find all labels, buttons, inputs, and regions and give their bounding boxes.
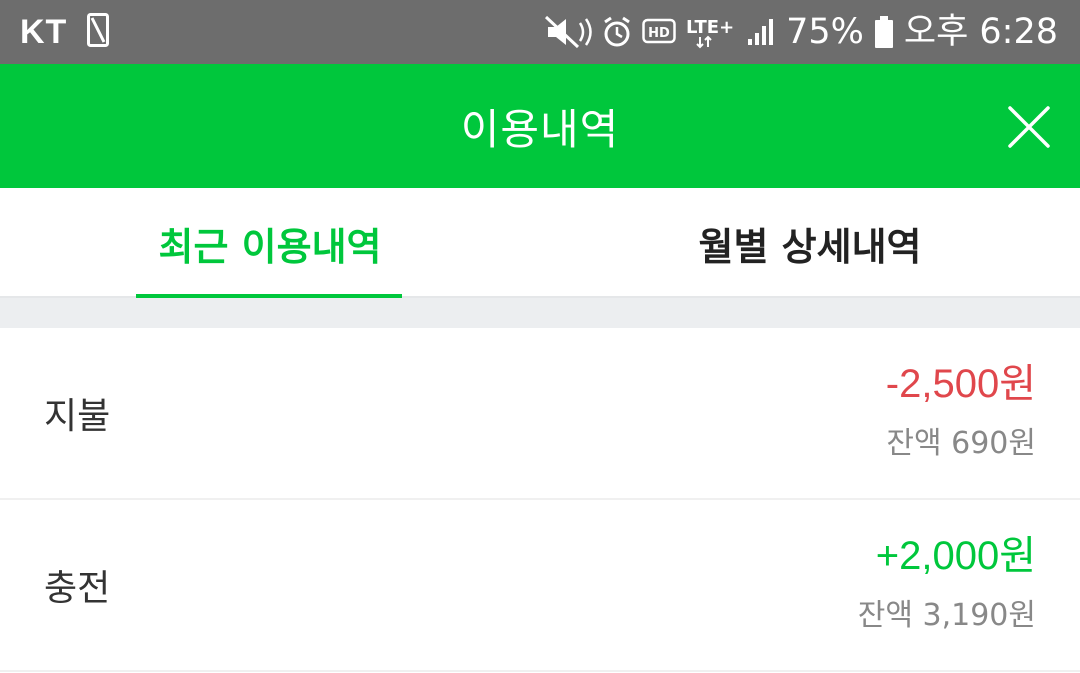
app-header: 이용내역 (0, 64, 1080, 188)
balance-text: 잔액 690원 (886, 426, 1036, 461)
list-item[interactable]: 지불 -2,500원 잔액 690원 (0, 328, 1080, 500)
tab-label: 월별 상세내역 (698, 224, 922, 269)
transaction-amount: +2,000원 (875, 534, 1036, 578)
history-list: 지불 -2,500원 잔액 690원 충전 +2,000원 잔액 3,190원 (0, 328, 1080, 672)
status-bar: KT HD LTE+ 75% 오후 6:28 (0, 0, 1080, 64)
transaction-amount: -2,500원 (885, 362, 1036, 406)
tab-label: 최근 이용내역 (158, 224, 382, 269)
transaction-values: +2,000원 잔액 3,190원 (858, 530, 1036, 634)
alarm-icon (602, 16, 632, 48)
transaction-values: -2,500원 잔액 690원 (886, 358, 1036, 462)
lte-icon: LTE+ (686, 15, 736, 49)
signal-icon (746, 17, 776, 47)
battery-percent: 75% (786, 11, 864, 52)
tab-bar: 최근 이용내역 월별 상세내역 (0, 188, 1080, 300)
balance-text: 잔액 3,190원 (857, 598, 1036, 633)
phone-icon (87, 13, 110, 51)
status-right: HD LTE+ 75% 오후 6:28 (544, 11, 1058, 52)
mute-icon (544, 15, 592, 49)
page-title: 이용내역 (460, 104, 620, 154)
svg-text:HD: HD (648, 26, 670, 41)
close-button[interactable] (1006, 104, 1052, 150)
clock: 오후 6:28 (903, 11, 1058, 52)
list-item[interactable]: 충전 +2,000원 잔액 3,190원 (0, 500, 1080, 672)
section-divider (0, 298, 1080, 328)
tab-recent-history[interactable]: 최근 이용내역 (0, 188, 540, 300)
svg-text:LTE+: LTE+ (686, 17, 734, 38)
battery-icon (874, 15, 894, 49)
transaction-type: 충전 (44, 568, 111, 609)
hd-voice-icon: HD (642, 17, 676, 47)
close-icon (1008, 106, 1050, 148)
tab-monthly-details[interactable]: 월별 상세내역 (540, 188, 1080, 298)
transaction-type: 지불 (44, 396, 111, 437)
carrier-label: KT (20, 12, 68, 51)
status-left: KT (20, 12, 110, 52)
